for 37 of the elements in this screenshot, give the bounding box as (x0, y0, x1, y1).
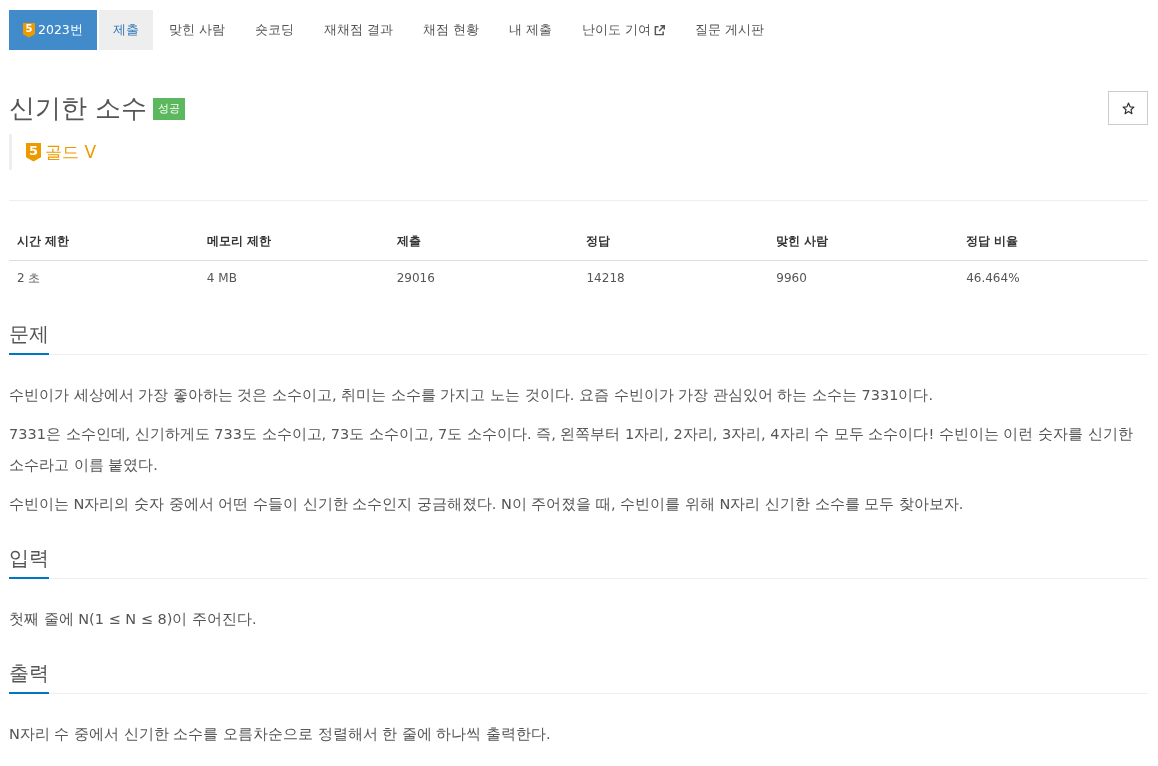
table-cell: 9960 (768, 260, 959, 296)
section-heading: 문제 (9, 318, 49, 355)
nav-tab[interactable]: 숏코딩 (240, 10, 308, 50)
paragraph: 첫째 줄에 N(1 ≤ N ≤ 8)이 주어진다. (9, 610, 258, 629)
table-cell: 14218 (578, 260, 769, 296)
result-badge: 성공 (153, 98, 186, 120)
nav-tab[interactable]: 재채점 결과 (309, 10, 407, 50)
nav-tab[interactable]: 채점 현황 (408, 10, 493, 50)
tab-label: 2023번 (38, 20, 83, 39)
table-cell: 46.464% (958, 260, 1148, 296)
nav-tab[interactable]: 5 2023번 (9, 10, 97, 50)
nav-tab[interactable]: 난이도 기여 (567, 10, 679, 50)
tier-badge: 5 (23, 22, 35, 38)
column-header: 정답 비율 (958, 224, 1148, 261)
nav-tab[interactable]: 질문 게시판 (680, 10, 778, 50)
column-header: 제출 (388, 224, 579, 261)
paragraph: N자리 수 중에서 신기한 소수를 오름차순으로 정렬해서 한 줄에 하나씩 출력한다. (9, 725, 552, 744)
table-cell: 2 초 (9, 260, 199, 296)
section-heading: 출력 (9, 657, 49, 694)
section-heading: 입력 (9, 542, 49, 579)
nav-tab[interactable]: 제출 (98, 10, 153, 50)
paragraph: 수빈이는 N자리의 숫자 중에서 어떤 수들이 신기한 소수인지 궁금해졌다. N이 주어졌을 때, 수빈이를 위해 N자리 신기한 소수를 모두 찾아보자. (9, 495, 965, 514)
column-header: 맞힌 사람 (768, 224, 959, 261)
external-link-icon (653, 24, 665, 36)
star-button[interactable] (1108, 91, 1148, 125)
nav-tab[interactable]: 맞힌 사람 (154, 10, 239, 50)
table-cell: 29016 (388, 260, 579, 296)
tier-badge: 5 (26, 142, 41, 162)
nav-tab[interactable]: 내 제출 (494, 10, 566, 50)
tab-label: 난이도 기여 (581, 20, 651, 39)
paragraph: 7331은 소수인데, 신기하게도 733도 소수이고, 73도 소수이고, 7도 소수이다. 즉, 왼쪽부터 1자리, 2자리, 3자리, 4자리 수 모두 소수이다! 수빈이는 이런 숫자를 신기한 소수라고 이름 붙였다. (9, 425, 1134, 475)
paragraph: 수빈이가 세상에서 가장 좋아하는 것은 소수이고, 취미는 소수를 가지고 노는 것이다. 요즘 수빈이가 가장 관심있어 하는 소수는 7331이다. (9, 386, 935, 405)
column-header: 시간 제한 (9, 224, 199, 261)
column-header: 메모리 제한 (198, 224, 389, 261)
problem-title: 신기한 소수 (9, 93, 148, 123)
table-cell: 4 MB (198, 260, 389, 296)
column-header: 정답 (578, 224, 769, 261)
